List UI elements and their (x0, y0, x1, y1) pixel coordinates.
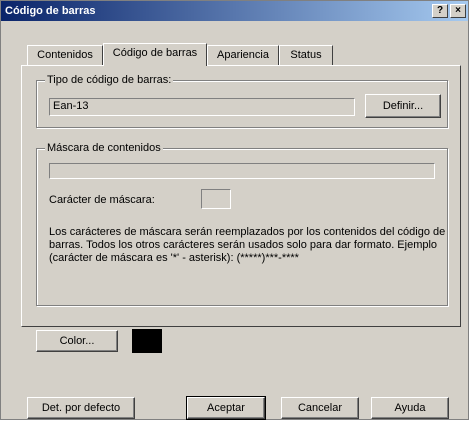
title-bar: Código de barras ? × (1, 1, 468, 21)
content-mask-field[interactable] (49, 163, 435, 179)
color-swatch (132, 329, 162, 353)
barcode-type-legend: Tipo de código de barras: (45, 74, 174, 86)
barcode-type-field[interactable]: Ean-13 (49, 98, 355, 116)
help-icon[interactable]: ? (432, 4, 448, 18)
tab-status[interactable]: Status (279, 45, 333, 65)
cancel-button[interactable]: Cancelar (281, 397, 359, 419)
barcode-type-group: Tipo de código de barras: Ean-13 Definir… (36, 74, 448, 128)
window-title: Código de barras (5, 5, 96, 17)
defaults-button[interactable]: Det. por defecto (27, 397, 135, 419)
help-button[interactable]: Ayuda (371, 397, 449, 419)
mask-char-field[interactable] (201, 189, 231, 209)
accept-button[interactable]: Aceptar (186, 396, 266, 420)
content-mask-legend: Máscara de contenidos (45, 142, 163, 154)
color-button[interactable]: Color... (36, 330, 118, 352)
mask-char-label: Carácter de máscara: (49, 194, 155, 206)
define-button[interactable]: Definir... (365, 94, 441, 118)
barcode-dialog: Código de barras ? × Contenidos Código d… (0, 0, 469, 420)
tab-panel-codigo-de-barras: Tipo de código de barras: Ean-13 Definir… (21, 65, 461, 353)
close-icon[interactable]: × (450, 4, 466, 18)
tab-apariencia[interactable]: Apariencia (207, 45, 279, 65)
tab-codigo-de-barras[interactable]: Código de barras (103, 43, 207, 66)
tab-contenidos[interactable]: Contenidos (27, 45, 103, 65)
mask-description: Los carácteres de máscara serán reemplaz… (49, 226, 446, 264)
